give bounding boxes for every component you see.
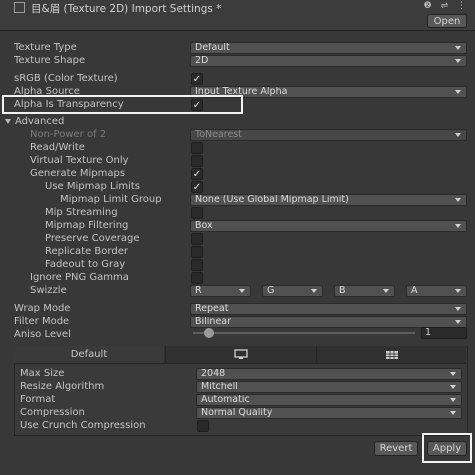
resize-algorithm-label: Resize Algorithm [20, 381, 105, 392]
ignore-png-gamma-label: Ignore PNG Gamma [30, 272, 129, 283]
advanced-foldout[interactable]: Advanced [4, 116, 64, 127]
texture-icon [14, 2, 25, 13]
compression-dropdown[interactable]: Normal Quality [196, 407, 462, 419]
tab-standalone[interactable] [165, 346, 316, 363]
alpha-is-transparency-checkbox[interactable]: ✓ [191, 99, 203, 111]
preserve-coverage-checkbox[interactable] [191, 233, 203, 245]
aniso-level-label: Aniso Level [14, 329, 71, 340]
aniso-level-slider-handle[interactable] [204, 328, 214, 338]
fadeout-to-gray-checkbox[interactable] [191, 259, 203, 271]
use-mipmap-limits-checkbox[interactable]: ✓ [191, 181, 203, 193]
open-button[interactable]: Open [427, 14, 467, 28]
virtual-texture-only-label: Virtual Texture Only [30, 155, 129, 166]
aniso-level-slider-track[interactable] [193, 332, 415, 334]
max-size-label: Max Size [20, 368, 65, 379]
read-write-checkbox[interactable] [191, 142, 203, 154]
tab-webgl[interactable] [316, 346, 467, 363]
format-dropdown[interactable]: Automatic [196, 394, 462, 406]
virtual-texture-only-checkbox[interactable] [191, 155, 203, 167]
ignore-png-gamma-checkbox[interactable] [191, 272, 203, 284]
grid-icon [386, 350, 398, 359]
use-crunch-compression-label: Use Crunch Compression [20, 420, 146, 431]
generate-mipmaps-checkbox[interactable]: ✓ [191, 168, 203, 180]
monitor-icon [234, 349, 248, 359]
mipmap-filtering-label: Mipmap Filtering [45, 220, 129, 231]
texture-shape-label: Texture Shape [14, 55, 86, 66]
texture-shape-dropdown[interactable]: 2D [190, 55, 467, 67]
resize-algorithm-dropdown[interactable]: Mitchell [196, 381, 462, 393]
swizzle-g-dropdown[interactable]: G [262, 285, 323, 297]
filter-mode-label: Filter Mode [14, 316, 70, 327]
non-power-of-2-label: Non-Power of 2 [30, 129, 107, 140]
replicate-border-checkbox[interactable] [191, 246, 203, 258]
swizzle-b-dropdown[interactable]: B [334, 285, 395, 297]
fadeout-to-gray-label: Fadeout to Gray [45, 259, 126, 270]
revert-button[interactable]: Revert [374, 441, 418, 456]
format-label: Format [20, 394, 56, 405]
swizzle-a-dropdown[interactable]: A [406, 285, 467, 297]
wrap-mode-dropdown[interactable]: Repeat [190, 303, 467, 315]
compression-label: Compression [20, 407, 85, 418]
tab-default[interactable]: Default [14, 346, 164, 363]
srgb-checkbox[interactable]: ✓ [191, 73, 203, 85]
srgb-label: sRGB (Color Texture) [14, 73, 118, 84]
mip-streaming-checkbox[interactable] [191, 207, 203, 219]
preserve-coverage-label: Preserve Coverage [45, 233, 140, 244]
mipmap-limit-group-label: Mipmap Limit Group [60, 194, 162, 205]
wrap-mode-label: Wrap Mode [14, 303, 71, 314]
swizzle-r-dropdown[interactable]: R [190, 285, 251, 297]
mipmap-filtering-dropdown[interactable]: Box [190, 220, 467, 232]
swizzle-label: Swizzle [30, 285, 67, 296]
texture-type-label: Texture Type [14, 42, 77, 53]
alpha-is-transparency-label: Alpha Is Transparency [14, 99, 124, 110]
non-power-of-2-dropdown: ToNearest [190, 129, 467, 141]
use-mipmap-limits-label: Use Mipmap Limits [45, 181, 141, 192]
replicate-border-label: Replicate Border [45, 246, 128, 257]
mipmap-limit-group-dropdown[interactable]: None (Use Global Mipmap Limit) [190, 194, 467, 206]
use-crunch-compression-checkbox[interactable] [197, 420, 209, 432]
max-size-dropdown[interactable]: 2048 [196, 368, 462, 380]
apply-button[interactable]: Apply [427, 441, 467, 456]
inspector-title: 目&眉 (Texture 2D) Import Settings * [14, 1, 221, 16]
generate-mipmaps-label: Generate Mipmaps [30, 168, 126, 179]
mip-streaming-label: Mip Streaming [45, 207, 118, 218]
read-write-label: Read/Write [30, 142, 85, 153]
header-menu-icons[interactable]: ❷ ⇌ ⋮ [424, 1, 469, 11]
platform-tab-bar: Default [14, 346, 466, 364]
aniso-level-input[interactable]: 1 [421, 327, 467, 339]
texture-type-dropdown[interactable]: Default [190, 42, 467, 54]
